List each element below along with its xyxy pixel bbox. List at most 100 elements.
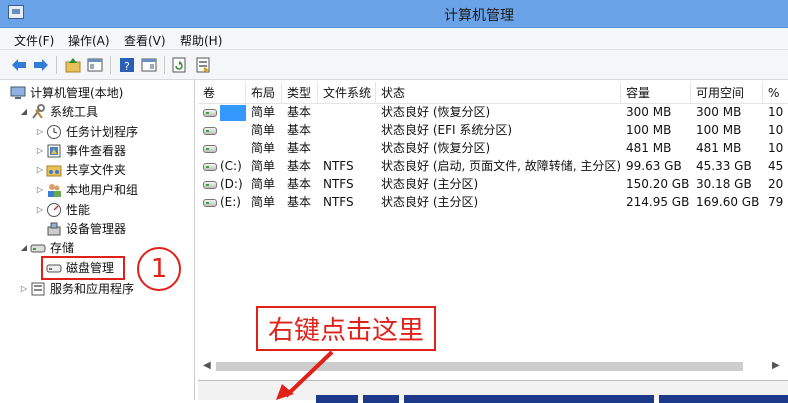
table-row[interactable]: (E:) 简单 基本 NTFS 状态良好 (主分区) 214.95 GB 169… [198,193,788,211]
tools-icon [30,103,46,120]
event-viewer-icon [46,143,62,159]
expand-arrow-icon[interactable]: ▷ [34,165,46,174]
table-row[interactable]: (D:) 简单 基本 NTFS 状态良好 (主分区) 150.20 GB 30.… [198,175,788,193]
column-header-status[interactable]: 状态 [376,82,621,104]
tree-item-services-apps[interactable]: ▷ 服务和应用程序 [18,279,134,298]
cell-percent-free: 45 [768,159,784,173]
step-number-badge: 1 [137,247,181,291]
selected-volume-cell[interactable] [220,104,246,121]
storage-icon [30,240,46,256]
forward-arrow-icon[interactable] [32,56,50,74]
cell-type: 基本 [287,105,312,119]
svg-text:?: ? [124,60,130,73]
cell-percent-free: 10 [768,105,784,119]
cell-free-space: 300 MB [696,105,742,119]
tree-label: 共享文件夹 [66,163,127,177]
cell-status: 状态良好 (恢复分区) [381,105,491,119]
tree-item-task-scheduler[interactable]: ▷ 任务计划程序 [34,122,138,141]
highlight-box-disk-management [41,256,125,280]
export-icon[interactable] [194,56,212,74]
table-row[interactable]: 简单 基本 状态良好 (恢复分区) 481 MB 481 MB 10 [198,139,788,157]
menu-view[interactable]: 查看(V) [124,32,166,49]
tree-item-shared-folders[interactable]: ▷ 共享文件夹 [34,160,126,179]
tree-label: 本地用户和组 [66,183,139,197]
cell-capacity: 481 MB [626,141,672,155]
cell-volume: (C:) [220,159,242,173]
shared-folder-icon [46,162,62,178]
title-bar: 计算机管理 [0,0,788,28]
cell-status: 状态良好 (恢复分区) [381,141,491,155]
cell-status: 状态良好 (EFI 系统分区) [381,123,513,137]
refresh-icon[interactable] [170,56,188,74]
tree-item-performance[interactable]: ▷ 性能 [34,200,90,219]
cell-free-space: 169.60 GB [696,195,760,209]
cell-layout: 简单 [251,141,276,155]
cell-capacity: 99.63 GB [626,159,682,173]
menu-help[interactable]: 帮助(H) [180,32,222,49]
callout-label: 右键点击这里 [256,306,437,351]
column-header-volume[interactable]: 卷 [198,82,246,104]
tree-item-computer-management[interactable]: 计算机管理(本地) [10,83,123,102]
cell-filesystem: NTFS [323,159,354,173]
clock-icon [46,124,62,140]
cell-percent-free: 20 [768,177,784,191]
table-row[interactable]: 简单 基本 状态良好 (EFI 系统分区) 100 MB 100 MB 10 [198,121,788,139]
tree-label: 计算机管理(本地) [30,86,124,100]
collapse-arrow-icon[interactable]: ◢ [18,107,30,116]
tree-item-device-manager[interactable]: 设备管理器 [46,219,126,238]
tree-item-local-users[interactable]: ▷ 本地用户和组 [34,180,138,199]
tree-label: 任务计划程序 [66,125,139,139]
volume-icon [203,180,217,189]
cell-percent-free: 79 [768,195,784,209]
performance-icon [46,202,62,218]
back-arrow-icon[interactable] [10,56,28,74]
cell-capacity: 300 MB [626,105,672,119]
partition-block[interactable] [659,395,788,403]
cell-free-space: 481 MB [696,141,742,155]
column-header-type[interactable]: 类型 [282,82,318,104]
tree-label: 事件查看器 [66,144,127,158]
tree-label: 系统工具 [50,105,99,119]
column-header-percent-free[interactable]: % [763,82,788,104]
scroll-left-icon[interactable]: ◀ [203,360,211,371]
column-header-filesystem[interactable]: 文件系统 [318,82,376,104]
tree-label: 存储 [50,241,75,255]
users-icon [46,182,62,198]
menu-file[interactable]: 文件(F) [14,32,54,49]
show-hide-tree-icon[interactable] [86,56,104,74]
scroll-right-icon[interactable]: ▶ [772,360,780,371]
cell-capacity: 100 MB [626,123,672,137]
services-icon [30,281,46,297]
cell-type: 基本 [287,195,312,209]
cell-filesystem: NTFS [323,177,354,191]
partition-block[interactable] [363,395,399,403]
expand-arrow-icon[interactable]: ▷ [34,185,46,194]
cell-volume: (E:) [220,195,241,209]
volume-icon [203,108,217,117]
tree-item-event-viewer[interactable]: ▷ 事件查看器 [34,141,126,160]
console-pane-icon[interactable] [140,56,158,74]
column-header-layout[interactable]: 布局 [246,82,282,104]
table-row[interactable]: (C:) 简单 基本 NTFS 状态良好 (启动, 页面文件, 故障转储, 主分… [198,157,788,175]
expand-arrow-icon[interactable]: ▷ [18,284,30,293]
expand-arrow-icon[interactable]: ▷ [34,127,46,136]
partition-block[interactable] [404,395,654,403]
cell-percent-free: 10 [768,123,784,137]
expand-arrow-icon[interactable]: ▷ [34,205,46,214]
up-folder-icon[interactable] [64,56,82,74]
tree-label: 性能 [66,203,91,217]
tree-item-storage[interactable]: ◢ 存储 [18,238,74,257]
navigation-tree: 计算机管理(本地) ◢ 系统工具 ▷ 任务计划程序 ▷ 事件查看器 ▷ 共享文件… [0,80,195,400]
collapse-arrow-icon[interactable]: ◢ [18,243,30,252]
cell-type: 基本 [287,159,312,173]
tree-item-system-tools[interactable]: ◢ 系统工具 [18,102,98,121]
cell-filesystem [318,139,376,157]
help-icon[interactable]: ? [118,56,136,74]
cell-percent-free: 10 [768,141,784,155]
column-header-capacity[interactable]: 容量 [621,82,691,104]
volume-icon [203,162,217,171]
column-header-free-space[interactable]: 可用空间 [691,82,763,104]
table-row[interactable]: 简单 基本 状态良好 (恢复分区) 300 MB 300 MB 10 [198,103,788,121]
expand-arrow-icon[interactable]: ▷ [34,146,46,155]
menu-action[interactable]: 操作(A) [68,32,110,49]
